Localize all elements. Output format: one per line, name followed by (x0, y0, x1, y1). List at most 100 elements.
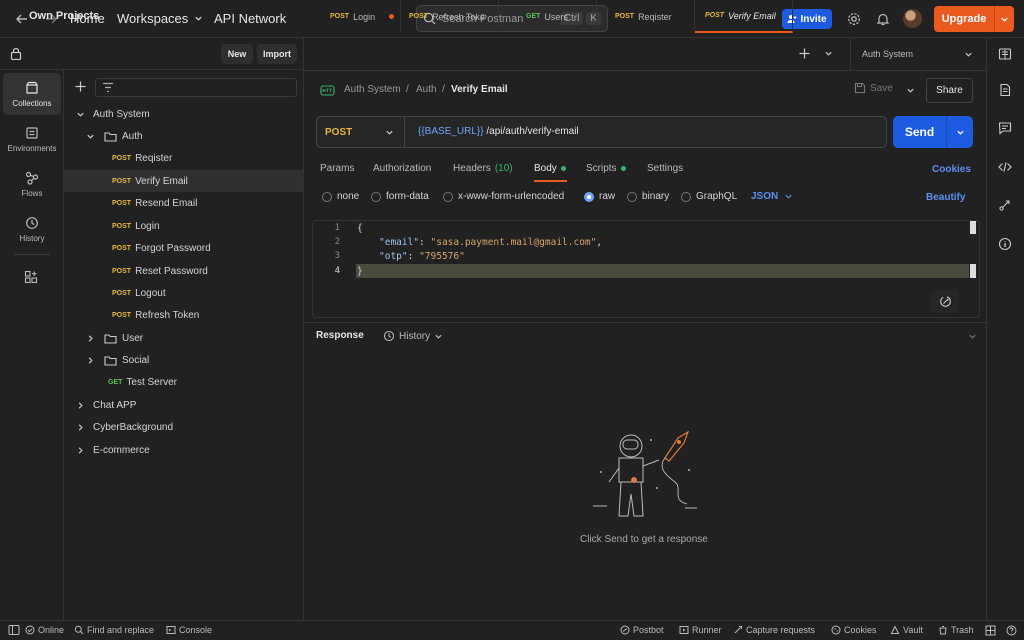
add-collection-icon[interactable] (74, 80, 87, 93)
radio-circle (627, 191, 637, 202)
configure-sidebar-icon[interactable] (24, 270, 38, 284)
method-select[interactable]: POST (316, 116, 405, 148)
chevron-right-icon[interactable] (84, 354, 96, 366)
chevron-down-icon[interactable] (995, 15, 1014, 24)
tree-request[interactable]: POST Logout (64, 282, 303, 304)
ai-assist-icon[interactable] (931, 289, 959, 313)
tree-collection[interactable]: E-commerce (64, 439, 303, 461)
find-replace-button[interactable]: Find and replace (74, 625, 154, 635)
tab-settings[interactable]: Settings (647, 163, 683, 174)
comments-icon[interactable] (995, 118, 1015, 138)
avatar[interactable] (903, 9, 922, 28)
chevron-right-icon[interactable] (84, 332, 96, 344)
tree-request[interactable]: POST Verify Email (64, 170, 303, 192)
upgrade-button[interactable]: Upgrade (934, 6, 1014, 32)
tree-request[interactable]: POST Login (64, 215, 303, 237)
capture-requests-button[interactable]: Capture requests (733, 625, 815, 635)
rail-item-environments[interactable]: Environments (3, 118, 61, 160)
send-button[interactable]: Send (893, 116, 973, 148)
api-network-link[interactable]: API Network (214, 11, 286, 26)
breadcrumb-collection[interactable]: Auth System (344, 84, 401, 95)
info-icon[interactable] (995, 234, 1015, 254)
beautify-link[interactable]: Beautify (926, 192, 965, 203)
send-options-chevron-icon[interactable] (947, 128, 973, 137)
url-input[interactable]: {{BASE_URL}} /api/auth/verify-email (418, 126, 579, 137)
radio-graphql[interactable]: GraphQL (681, 191, 737, 202)
method-badge: POST (112, 267, 132, 275)
tree-collection[interactable]: Chat APP (64, 394, 303, 416)
history-dropdown[interactable]: History (383, 330, 443, 342)
settings-gear-icon[interactable] (845, 10, 863, 28)
tab-users[interactable]: GET Users (499, 0, 597, 33)
tab-verify-email[interactable]: POST Verify Email (695, 0, 793, 33)
save-button[interactable]: Save (854, 82, 893, 94)
chevron-down-icon[interactable] (84, 130, 96, 142)
tab-login[interactable]: POST Login (304, 0, 401, 33)
chevron-right-icon[interactable] (74, 421, 86, 433)
capture-icon (734, 626, 742, 634)
tree-request[interactable]: POST Refresh Token (64, 304, 303, 326)
vault-button[interactable]: Vault (890, 625, 923, 635)
filter-input[interactable] (95, 78, 297, 97)
rail-item-flows[interactable]: Flows (3, 163, 61, 205)
tab-refresh-token[interactable]: POST Refresh Toke (401, 0, 499, 33)
tree-folder-social[interactable]: Social (64, 349, 303, 371)
radio-x-www-form-urlencoded[interactable]: x-www-form-urlencoded (443, 191, 564, 202)
help-icon[interactable] (1006, 625, 1017, 636)
tree-request[interactable]: GET Test Server (64, 371, 303, 393)
tree-collection[interactable]: CyberBackground (64, 416, 303, 438)
request-label: Reqister (135, 152, 173, 164)
layout-grid-icon[interactable] (985, 625, 996, 636)
tab-body[interactable]: Body (534, 163, 566, 174)
save-options-chevron-icon[interactable] (906, 86, 915, 95)
tab-label: Verify Email (728, 10, 776, 21)
runner-button[interactable]: Runner (679, 625, 722, 635)
share-button[interactable]: Share (926, 78, 973, 103)
tab-params[interactable]: Params (320, 163, 354, 174)
radio-raw[interactable]: raw (584, 191, 615, 202)
tabs-overflow-chevron-icon[interactable] (824, 49, 833, 58)
status-online[interactable]: Online (25, 625, 64, 635)
folder-icon (104, 131, 117, 142)
environment-select[interactable]: Auth System (862, 49, 913, 59)
radio-binary[interactable]: binary (627, 191, 669, 202)
notifications-bell-icon[interactable] (874, 10, 892, 28)
tab-label: Users (544, 11, 568, 22)
new-button[interactable]: New (221, 44, 253, 64)
tree-request[interactable]: POST Resend Email (64, 192, 303, 214)
console-button[interactable]: Console (166, 625, 212, 635)
import-button[interactable]: Import (257, 44, 297, 64)
radio-none[interactable]: none (322, 191, 359, 202)
related-collections-icon[interactable] (995, 195, 1015, 215)
new-tab-plus-icon[interactable] (798, 47, 813, 62)
chevron-right-icon[interactable] (74, 399, 86, 411)
documentation-icon[interactable] (995, 80, 1015, 100)
environment-chevron-icon[interactable] (964, 50, 973, 59)
tree-collection-auth-system[interactable]: Auth System (64, 103, 303, 125)
cookies-button[interactable]: Cookies (831, 625, 877, 635)
chevron-right-icon[interactable] (74, 444, 86, 456)
postbot-button[interactable]: Postbot (620, 625, 664, 635)
tree-request[interactable]: POST Forgot Password (64, 237, 303, 259)
breadcrumb-folder[interactable]: Auth (416, 84, 437, 95)
tree-request[interactable]: POST Reset Password (64, 260, 303, 282)
tree-folder-auth[interactable]: Auth (64, 125, 303, 147)
tab-authorization[interactable]: Authorization (373, 163, 431, 174)
format-select[interactable]: JSON (751, 191, 793, 202)
tree-request[interactable]: POST Reqister (64, 147, 303, 169)
tab-reqister[interactable]: POST Reqister (597, 0, 695, 33)
tab-headers[interactable]: Headers (10) (453, 163, 513, 174)
chevron-down-icon[interactable] (74, 108, 86, 120)
collapse-response-chevron-icon[interactable] (968, 332, 977, 341)
cookies-link[interactable]: Cookies (932, 164, 971, 175)
trash-button[interactable]: Trash (938, 625, 974, 635)
radio-form-data[interactable]: form-data (371, 191, 429, 202)
tab-scripts[interactable]: Scripts (586, 163, 626, 174)
rail-item-collections[interactable]: Collections (3, 73, 61, 115)
api-docs-icon[interactable] (995, 44, 1015, 64)
workspaces-menu[interactable]: Workspaces (117, 11, 203, 26)
code-snippet-icon[interactable] (995, 157, 1015, 177)
rail-item-history[interactable]: History (3, 208, 61, 250)
sidebar-toggle-icon[interactable] (8, 624, 20, 636)
tree-folder-user[interactable]: User (64, 327, 303, 349)
